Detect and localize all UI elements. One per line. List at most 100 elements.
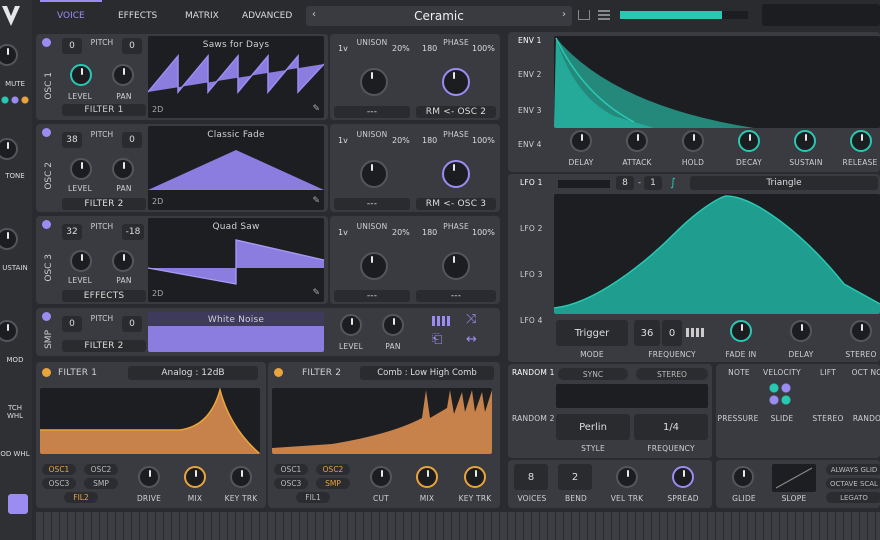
filter1-response[interactable]	[40, 388, 260, 454]
filter2-keytrk-knob[interactable]	[464, 466, 486, 488]
lfo-delay-knob[interactable]	[790, 320, 812, 342]
filter2-src-osc3[interactable]: OSC3	[274, 478, 308, 489]
mute-knob[interactable]	[0, 44, 18, 66]
mod-oct[interactable]: OCT NO	[850, 368, 880, 377]
piano-keyboard[interactable]	[36, 512, 880, 540]
voices-value[interactable]: 8	[514, 464, 548, 490]
env-release-knob[interactable]	[850, 130, 872, 152]
lfo-mode[interactable]: Trigger	[556, 320, 628, 346]
osc3-unison-knob[interactable]	[360, 252, 388, 280]
osc1-wave-display[interactable]: Saws for Days 2D ✎	[148, 36, 324, 118]
volume-meter[interactable]	[620, 11, 748, 19]
env-tab-4[interactable]: ENV 4	[518, 140, 542, 149]
env-tab-2[interactable]: ENV 2	[518, 70, 542, 79]
filter2-enable[interactable]	[274, 368, 283, 377]
smp-coarse[interactable]: 0	[62, 316, 82, 332]
osc2-unison-pct[interactable]: 20%	[392, 136, 410, 145]
env-decay-knob[interactable]	[738, 130, 760, 152]
lfo-curve-icon[interactable]: ∫	[670, 176, 676, 189]
random-style[interactable]: Perlin	[556, 414, 630, 440]
osc1-edit-icon[interactable]: ✎	[312, 104, 320, 114]
env-graph[interactable]	[554, 36, 880, 128]
osc2-pan-knob[interactable]	[112, 158, 134, 180]
osc2-phase-val[interactable]: 180	[422, 136, 437, 145]
osc1-unison-voices[interactable]: 1v	[338, 44, 348, 53]
osc2-phase-pct[interactable]: 100%	[472, 136, 495, 145]
filter2-mix-knob[interactable]	[416, 466, 438, 488]
osc3-unison-voices[interactable]: 1v	[338, 228, 348, 237]
osc1-unison-knob[interactable]	[360, 68, 388, 96]
osc3-route[interactable]: EFFECTS	[62, 290, 146, 302]
osc3-rm[interactable]: ---	[416, 290, 496, 302]
smp-enable[interactable]	[42, 312, 51, 321]
osc3-edit-icon[interactable]: ✎	[312, 288, 320, 298]
osc1-coarse[interactable]: 0	[62, 38, 82, 54]
loop-icon[interactable]: ⎗	[432, 332, 442, 347]
filter1-src-osc1[interactable]: OSC1	[42, 464, 76, 475]
mod-knob[interactable]	[0, 320, 18, 342]
osc1-phase-val[interactable]: 180	[422, 44, 437, 53]
env-hold-knob[interactable]	[682, 130, 704, 152]
sustain-knob[interactable]	[0, 228, 18, 250]
lfo-tab-2[interactable]: LFO 2	[520, 224, 543, 233]
osc2-edit-icon[interactable]: ✎	[312, 196, 320, 206]
random-sync[interactable]: SYNC	[558, 368, 628, 380]
bend-value[interactable]: 2	[558, 464, 592, 490]
keyboard-icon[interactable]	[432, 316, 450, 326]
lfo-stereo-knob[interactable]	[850, 320, 872, 342]
mod-note[interactable]: NOTE	[720, 368, 758, 377]
random-tab-2[interactable]: RANDOM 2	[512, 414, 555, 423]
mod-slide[interactable]: SLIDE	[760, 414, 804, 423]
wheel-controls[interactable]	[8, 494, 28, 514]
lfo-shape-select[interactable]: Triangle	[690, 176, 878, 190]
save-icon[interactable]	[578, 10, 590, 20]
osc1-unison-pct[interactable]: 20%	[392, 44, 410, 53]
filter1-mix-knob[interactable]	[184, 466, 206, 488]
smp-fine[interactable]: 0	[122, 316, 142, 332]
shuffle-icon[interactable]: ⤨	[466, 312, 476, 327]
env-attack-knob[interactable]	[626, 130, 648, 152]
osc2-route[interactable]: FILTER 2	[62, 198, 146, 210]
osc2-level-knob[interactable]	[70, 158, 92, 180]
filter2-cut-knob[interactable]	[370, 466, 392, 488]
random-freq[interactable]: 1/4	[634, 414, 708, 440]
osc3-wave-display[interactable]: Quad Saw 2D ✎	[148, 218, 324, 302]
preset-next-icon[interactable]: ›	[562, 9, 566, 20]
osc3-pan-knob[interactable]	[112, 250, 134, 272]
osc3-fine[interactable]: -18	[122, 224, 144, 240]
env-tab-1[interactable]: ENV 1	[518, 36, 542, 45]
osc1-level-knob[interactable]	[70, 64, 92, 86]
filter2-model[interactable]: Comb : Low High Comb	[360, 366, 494, 380]
osc2-enable[interactable]	[42, 128, 51, 137]
glide-knob[interactable]	[732, 466, 754, 488]
env-tab-3[interactable]: ENV 3	[518, 106, 542, 115]
filter1-src-osc2[interactable]: OSC2	[84, 464, 118, 475]
random-stereo[interactable]: STEREO	[636, 368, 708, 380]
spread-knob[interactable]	[672, 466, 694, 488]
osc3-phase-pct[interactable]: 100%	[472, 228, 495, 237]
filter1-fil[interactable]: FIL2	[64, 492, 98, 503]
smp-route[interactable]: FILTER 2	[62, 340, 146, 352]
osc2-dash[interactable]: ---	[334, 198, 410, 210]
osc1-pan-knob[interactable]	[112, 64, 134, 86]
tab-advanced[interactable]: ADVANCED	[242, 11, 292, 21]
tab-matrix[interactable]: MATRIX	[185, 11, 219, 21]
veltrk-knob[interactable]	[616, 466, 638, 488]
mod-velocity[interactable]: VELOCITY	[760, 368, 804, 377]
slope-display[interactable]	[772, 464, 816, 492]
filter1-drive-knob[interactable]	[138, 466, 160, 488]
lfo-tab-1[interactable]: LFO 1	[520, 178, 543, 187]
filter1-src-osc3[interactable]: OSC3	[42, 478, 76, 489]
osc1-dash[interactable]: ---	[334, 106, 410, 118]
mod-stereo[interactable]: STEREO	[808, 414, 848, 423]
random-tab-1[interactable]: RANDOM 1	[512, 368, 555, 377]
lfo-freq-b[interactable]: 0	[662, 320, 682, 346]
osc1-fine[interactable]: 0	[122, 38, 142, 54]
filter1-keytrk-knob[interactable]	[230, 466, 252, 488]
bounce-icon[interactable]: ↔	[466, 332, 477, 347]
osc2-phase-knob[interactable]	[442, 160, 470, 188]
random-graph[interactable]	[556, 384, 708, 408]
osc2-unison-knob[interactable]	[360, 160, 388, 188]
menu-icon[interactable]	[598, 10, 610, 20]
osc3-enable[interactable]	[42, 220, 51, 229]
